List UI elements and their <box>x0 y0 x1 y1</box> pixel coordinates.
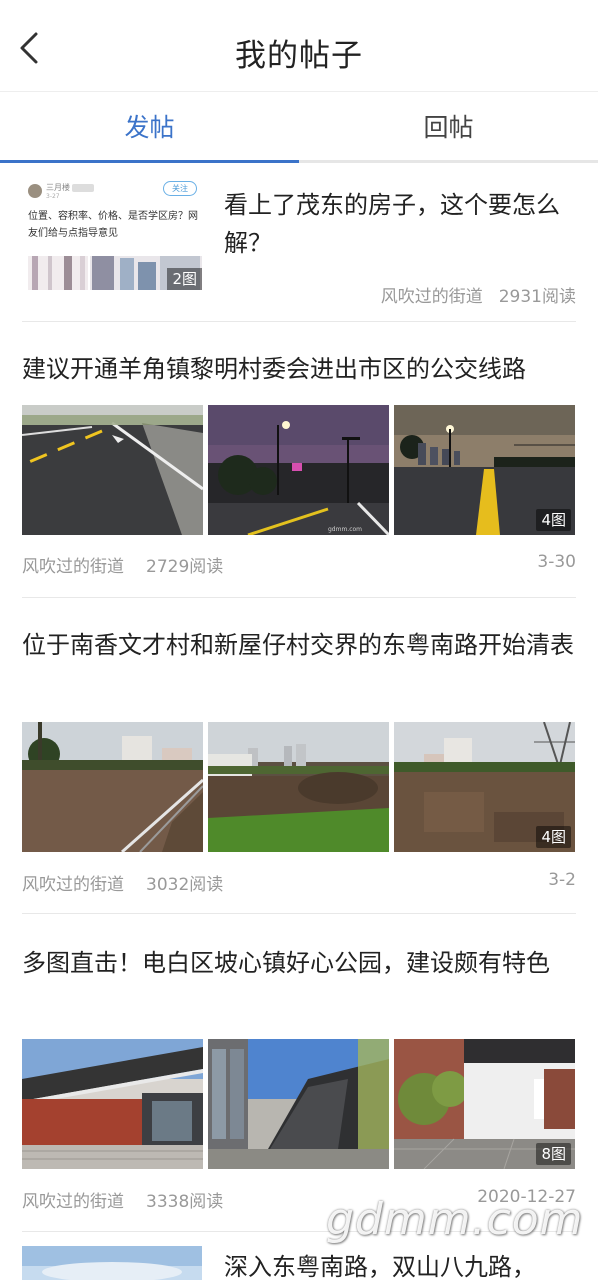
post-images: 4图 <box>22 722 576 852</box>
image-count-badge: 4图 <box>536 826 571 848</box>
post-author: 风吹过的街道 <box>380 287 483 307</box>
thumbnail-image <box>28 256 88 290</box>
thumbnail-username: 三月楼 <box>46 183 70 192</box>
active-tab-indicator <box>0 160 299 163</box>
post-item[interactable]: 建议开通羊角镇黎明村委会进出市区的公交线路 gdmm.com 4图 风吹过的街道… <box>22 322 576 598</box>
post-title[interactable]: 深入东粤南路，双山八九路， <box>224 1248 576 1280</box>
tab-replies[interactable]: 回帖 <box>299 92 598 163</box>
post-images: 8图 <box>22 1039 576 1169</box>
post-item[interactable]: 位于南香文才村和新屋仔村交界的东粤南路开始清表 4图 风吹过的街道 3032阅读… <box>22 598 576 914</box>
post-author: 风吹过的街道 <box>22 1192 124 1212</box>
post-image[interactable] <box>22 405 203 535</box>
post-title[interactable]: 建议开通羊角镇黎明村委会进出市区的公交线路 <box>22 350 576 388</box>
post-image[interactable]: gdmm.com <box>208 405 389 535</box>
post-read-count: 2729阅读 <box>146 557 224 577</box>
thumbnail-text: 位置、容积率、价格、是否学区房？网友们给与点指导意见 <box>28 211 198 239</box>
post-image[interactable] <box>22 1039 203 1169</box>
post-date: 3-30 <box>537 552 576 572</box>
post-read-count: 2931阅读 <box>498 287 576 307</box>
follow-button-thumbnail: 关注 <box>163 181 197 196</box>
post-thumbnail <box>22 1246 202 1280</box>
post-author: 风吹过的街道 <box>22 557 124 577</box>
post-thumbnail: 三月楼 3-27 关注 位置、容积率、价格、是否学区房？网友们给与点指导意见 2… <box>22 168 202 290</box>
post-image[interactable] <box>22 722 203 852</box>
post-item[interactable]: 多图直击！电白区坡心镇好心公园，建设颇有特色 8图 风吹过的街道 3338阅读 … <box>22 914 576 1232</box>
image-count-badge: 8图 <box>536 1143 571 1165</box>
tab-bar: 发帖 回帖 <box>0 92 598 163</box>
level-badge <box>72 184 94 192</box>
post-image[interactable] <box>208 722 389 852</box>
image-count-badge: 2图 <box>167 268 202 290</box>
post-image[interactable]: 4图 <box>394 405 575 535</box>
post-image[interactable]: 8图 <box>394 1039 575 1169</box>
post-date: 3-2 <box>548 870 576 890</box>
top-bar: 我的帖子 <box>0 0 598 92</box>
post-meta: 风吹过的街道 2931阅读 <box>381 282 576 307</box>
post-read-count: 3338阅读 <box>146 1192 224 1212</box>
post-image[interactable]: 4图 <box>394 722 575 852</box>
post-title[interactable]: 看上了茂东的房子，这个要怎么解？ <box>224 186 576 262</box>
post-item[interactable]: 三月楼 3-27 关注 位置、容积率、价格、是否学区房？网友们给与点指导意见 2… <box>22 168 576 308</box>
avatar <box>28 184 42 198</box>
post-title[interactable]: 位于南香文才村和新屋仔村交界的东粤南路开始清表 <box>22 626 576 664</box>
page-title: 我的帖子 <box>235 38 363 74</box>
image-count-badge: 4图 <box>536 509 571 531</box>
post-read-count: 3032阅读 <box>146 875 224 895</box>
thumbnail-date: 3-27 <box>46 193 60 200</box>
thumbnail-images: 2图 <box>28 256 202 290</box>
image-watermark: gdmm.com <box>328 526 362 533</box>
tab-posts[interactable]: 发帖 <box>0 92 299 163</box>
post-image[interactable] <box>208 1039 389 1169</box>
site-watermark: gdmm.com <box>326 1194 584 1245</box>
post-meta: 风吹过的街道 2729阅读 3-30 <box>22 552 576 577</box>
post-title[interactable]: 多图直击！电白区坡心镇好心公园，建设颇有特色 <box>22 944 576 982</box>
post-author: 风吹过的街道 <box>22 875 124 895</box>
post-meta: 风吹过的街道 3032阅读 3-2 <box>22 870 576 895</box>
post-images: gdmm.com 4图 <box>22 405 576 535</box>
